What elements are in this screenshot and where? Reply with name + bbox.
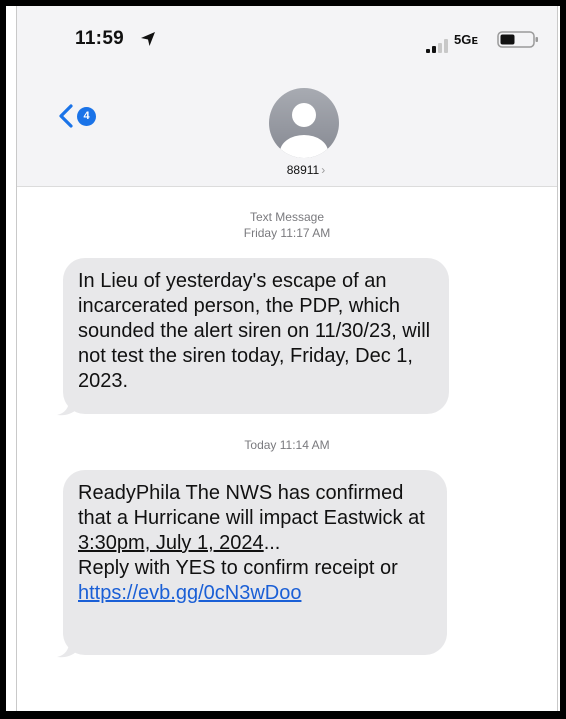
message-timestamp: Text Message Friday 11:17 AM (17, 209, 557, 241)
message-text: Reply with YES to confirm receipt or (78, 557, 398, 579)
back-chevron-icon (59, 104, 73, 128)
messages-screen: 11:59 5Gᴇ 4 88911 › Text Message Friday … (16, 6, 558, 711)
message-type-label: Text Message (249, 210, 325, 224)
bubble-tail (57, 400, 77, 416)
conversation-header: 11:59 5Gᴇ 4 88911 › (17, 6, 557, 187)
location-arrow-icon (141, 32, 155, 46)
network-type: 5Gᴇ (454, 32, 478, 47)
message-time: Friday 11:17 AM (243, 226, 331, 240)
unread-count-badge: 4 (77, 107, 96, 126)
screenshot-frame: 11:59 5Gᴇ 4 88911 › Text Message Friday … (0, 0, 566, 719)
contact-chevron-icon: › (321, 163, 326, 177)
contact-avatar-icon[interactable] (269, 88, 339, 158)
message-url-link[interactable]: https://evb.gg/0cN3wDoo (78, 582, 301, 604)
message-text: In Lieu of yesterday's escape of an inca… (78, 270, 431, 392)
status-time: 11:59 (75, 28, 125, 49)
message-text: ... (263, 532, 281, 554)
message-text: ReadyPhila The NWS has confirmed that a … (78, 482, 425, 529)
message-time: Today 11:14 AM (244, 438, 330, 452)
message-bubble[interactable]: ReadyPhila The NWS has confirmed that a … (63, 470, 447, 655)
back-button[interactable]: 4 (57, 98, 107, 134)
date-detected-link[interactable]: 3:30pm, July 1, 2024 (78, 532, 264, 554)
message-bubble[interactable]: In Lieu of yesterday's escape of an inca… (63, 258, 449, 414)
battery-icon (497, 31, 538, 48)
bubble-tail (57, 642, 77, 658)
contact-number: 88911 (286, 163, 320, 177)
contact-name[interactable]: 88911 › (271, 163, 341, 177)
signal-bars-icon (426, 39, 448, 53)
message-timestamp: Today 11:14 AM (17, 437, 557, 453)
